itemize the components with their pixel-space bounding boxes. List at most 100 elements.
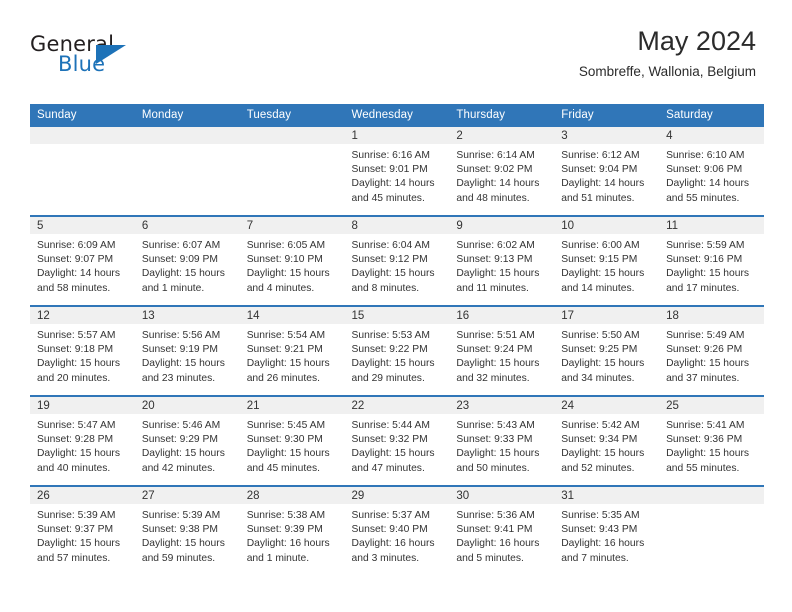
day-detail-line: Sunset: 9:34 PM [561, 434, 638, 446]
day-detail-line: and 32 minutes. [456, 372, 530, 384]
day-number: 23 [449, 397, 555, 414]
day-details: Sunrise: 6:16 AM Sunset: 9:01 PM Daylight:… [345, 144, 450, 206]
day-cell-22[interactable]: 22 Sunrise: 5:44 AM Sunset: 9:32 PM Dayligh… [344, 395, 450, 486]
day-cell-14[interactable]: 14 Sunrise: 5:54 AM Sunset: 9:21 PM Dayligh… [239, 305, 345, 396]
day-detail-line: and 37 minutes. [666, 372, 740, 384]
day-detail-line: and 1 minute. [141, 282, 205, 294]
day-detail-line: Sunrise: 5:41 AM [666, 420, 745, 431]
day-cell-13[interactable]: 13 Sunrise: 5:56 AM Sunset: 9:19 PM Dayligh… [134, 305, 240, 396]
day-cell-23[interactable]: 23 Sunrise: 5:43 AM Sunset: 9:33 PM Dayligh… [449, 395, 555, 486]
day-cell-inner: 19 Sunrise: 5:47 AM Sunset: 9:28 PM Dayligh… [30, 397, 135, 485]
day-number: 13 [134, 307, 240, 324]
day-detail-line: Sunset: 9:33 PM [456, 434, 533, 446]
day-detail-line: Sunrise: 5:38 AM [246, 510, 326, 521]
day-details: Sunrise: 6:09 AM Sunset: 9:07 PM Daylight:… [30, 234, 135, 296]
day-detail-line: and 5 minutes. [456, 552, 524, 564]
day-number: 22 [344, 397, 450, 414]
day-detail-line: and 47 minutes. [351, 462, 425, 474]
day-number: 9 [449, 217, 555, 234]
day-cell-9[interactable]: 9 Sunrise: 6:02 AM Sunset: 9:13 PM Daylight… [449, 215, 555, 306]
day-cell-16[interactable]: 16 Sunrise: 5:51 AM Sunset: 9:24 PM Dayligh… [449, 305, 555, 396]
day-details [30, 144, 135, 149]
day-detail-line: Sunset: 9:16 PM [666, 254, 743, 266]
day-detail-line: Daylight: 16 hours [561, 538, 645, 550]
day-cell-inner: 18 Sunrise: 5:49 AM Sunset: 9:26 PM Dayligh… [659, 307, 764, 395]
day-cell-27[interactable]: 27 Sunrise: 5:39 AM Sunset: 9:38 PM Dayligh… [134, 485, 240, 575]
location-subtitle: Sombreffe, Wallonia, Belgium [578, 64, 756, 80]
day-detail-line: and 52 minutes. [561, 462, 635, 474]
day-detail-line: Sunset: 9:18 PM [37, 344, 114, 356]
day-detail-line: Sunset: 9:15 PM [561, 254, 638, 266]
day-detail-line: and 50 minutes. [456, 462, 530, 474]
page-header: General Blue May 2024 Sombreffe, Walloni… [0, 26, 792, 98]
day-number: 5 [30, 217, 135, 234]
day-cell-3[interactable]: 3 Sunrise: 6:12 AM Sunset: 9:04 PM Daylight… [554, 127, 660, 216]
day-cell-2[interactable]: 2 Sunrise: 6:14 AM Sunset: 9:02 PM Daylight… [449, 127, 555, 216]
day-number: 15 [344, 307, 450, 324]
day-cell-inner: 30 Sunrise: 5:36 AM Sunset: 9:41 PM Dayligh… [449, 487, 555, 575]
day-cell-1[interactable]: 1 Sunrise: 6:16 AM Sunset: 9:01 PM Daylight… [344, 127, 450, 216]
day-detail-line: and 1 minute. [246, 552, 310, 564]
day-detail-line: and 20 minutes. [37, 372, 111, 384]
day-cell-31[interactable]: 31 Sunrise: 5:35 AM Sunset: 9:43 PM Dayligh… [554, 485, 660, 575]
day-cell-8[interactable]: 8 Sunrise: 6:04 AM Sunset: 9:12 PM Daylight… [344, 215, 450, 306]
day-cell-10[interactable]: 10 Sunrise: 6:00 AM Sunset: 9:15 PM Dayligh… [554, 215, 660, 306]
day-detail-line: Daylight: 15 hours [351, 358, 435, 370]
day-cell-inner: 10 Sunrise: 6:00 AM Sunset: 9:15 PM Dayligh… [554, 217, 660, 305]
day-number: 26 [30, 487, 135, 504]
day-cell-19[interactable]: 19 Sunrise: 5:47 AM Sunset: 9:28 PM Dayligh… [30, 395, 135, 486]
day-detail-line: and 45 minutes. [246, 462, 320, 474]
day-details: Sunrise: 6:00 AM Sunset: 9:15 PM Daylight:… [554, 234, 659, 296]
general-blue-logo[interactable]: General Blue [30, 34, 150, 90]
day-detail-line: and 11 minutes. [456, 282, 529, 294]
day-cell-30[interactable]: 30 Sunrise: 5:36 AM Sunset: 9:41 PM Dayligh… [449, 485, 555, 575]
day-detail-line: Sunrise: 5:59 AM [666, 240, 745, 251]
day-cell-29[interactable]: 29 Sunrise: 5:37 AM Sunset: 9:40 PM Dayligh… [344, 485, 450, 575]
day-cell-17[interactable]: 17 Sunrise: 5:50 AM Sunset: 9:25 PM Dayligh… [554, 305, 660, 396]
day-number: 17 [554, 307, 660, 324]
day-detail-line: Sunrise: 5:42 AM [561, 420, 640, 431]
day-number: 3 [554, 127, 660, 144]
day-detail-line: and 26 minutes. [246, 372, 320, 384]
day-cell-24[interactable]: 24 Sunrise: 5:42 AM Sunset: 9:34 PM Dayligh… [554, 395, 660, 486]
day-cell-26[interactable]: 26 Sunrise: 5:39 AM Sunset: 9:37 PM Dayligh… [30, 485, 135, 575]
day-detail-line: Daylight: 15 hours [561, 358, 645, 370]
day-detail-line: and 23 minutes. [141, 372, 216, 384]
day-detail-line: Sunset: 9:10 PM [246, 254, 323, 266]
day-cell-21[interactable]: 21 Sunrise: 5:45 AM Sunset: 9:30 PM Dayligh… [239, 395, 345, 486]
day-cell-11[interactable]: 11 Sunrise: 5:59 AM Sunset: 9:16 PM Dayligh… [659, 215, 764, 306]
day-number: 19 [30, 397, 135, 414]
day-detail-line: Daylight: 15 hours [141, 448, 225, 460]
day-detail-line: Sunset: 9:07 PM [37, 254, 114, 266]
day-details: Sunrise: 5:37 AM Sunset: 9:40 PM Daylight:… [345, 504, 450, 566]
day-number: 31 [554, 487, 660, 504]
day-cell-7[interactable]: 7 Sunrise: 6:05 AM Sunset: 9:10 PM Daylight… [239, 215, 345, 306]
day-detail-line: Sunset: 9:01 PM [351, 164, 428, 176]
day-details [135, 144, 240, 149]
day-cell-12[interactable]: 12 Sunrise: 5:57 AM Sunset: 9:18 PM Dayligh… [30, 305, 135, 396]
day-cell-inner [239, 127, 345, 215]
day-detail-line: Daylight: 14 hours [561, 178, 645, 190]
day-cell-18[interactable]: 18 Sunrise: 5:49 AM Sunset: 9:26 PM Dayligh… [659, 305, 764, 396]
day-cell-6[interactable]: 6 Sunrise: 6:07 AM Sunset: 9:09 PM Daylight… [134, 215, 240, 306]
day-cell-inner: 16 Sunrise: 5:51 AM Sunset: 9:24 PM Dayligh… [449, 307, 555, 395]
day-cell-5[interactable]: 5 Sunrise: 6:09 AM Sunset: 9:07 PM Daylight… [30, 215, 135, 306]
day-cell-28[interactable]: 28 Sunrise: 5:38 AM Sunset: 9:39 PM Dayligh… [239, 485, 345, 575]
day-detail-line: Sunrise: 6:12 AM [561, 150, 640, 161]
day-detail-line: Daylight: 15 hours [561, 448, 645, 460]
day-cell-20[interactable]: 20 Sunrise: 5:46 AM Sunset: 9:29 PM Dayligh… [134, 395, 240, 486]
day-detail-line: Daylight: 14 hours [351, 178, 435, 190]
day-number: 10 [554, 217, 660, 234]
day-detail-line: Daylight: 15 hours [37, 538, 120, 550]
day-detail-line: Sunrise: 6:04 AM [351, 240, 430, 251]
day-details: Sunrise: 5:57 AM Sunset: 9:18 PM Daylight:… [30, 324, 135, 386]
day-detail-line: Sunset: 9:39 PM [246, 524, 323, 536]
day-cell-15[interactable]: 15 Sunrise: 5:53 AM Sunset: 9:22 PM Dayligh… [344, 305, 450, 396]
day-detail-line: Sunset: 9:06 PM [666, 164, 743, 176]
day-cell-4[interactable]: 4 Sunrise: 6:10 AM Sunset: 9:06 PM Daylight… [659, 127, 764, 216]
day-cell-inner: 20 Sunrise: 5:46 AM Sunset: 9:29 PM Dayligh… [134, 397, 240, 485]
day-detail-line: Daylight: 15 hours [141, 268, 225, 280]
day-cell-25[interactable]: 25 Sunrise: 5:41 AM Sunset: 9:36 PM Dayligh… [659, 395, 764, 486]
day-cell-inner: 4 Sunrise: 6:10 AM Sunset: 9:06 PM Daylight… [659, 127, 764, 215]
weekday-header-monday: Monday [134, 104, 240, 127]
